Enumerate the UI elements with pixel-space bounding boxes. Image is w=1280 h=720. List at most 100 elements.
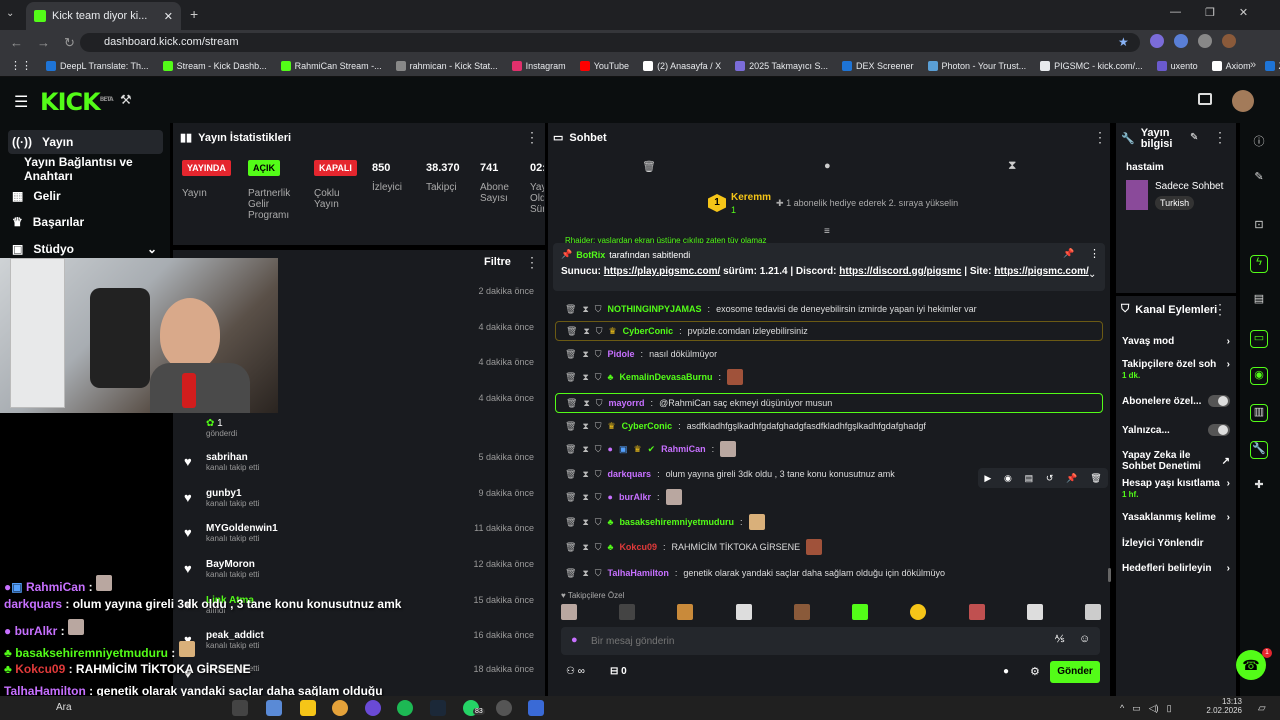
emote-image[interactable] [968, 604, 985, 620]
apps-icon[interactable]: ⋮⋮ [10, 59, 32, 72]
sidebar-item-stream-key[interactable]: Yayın Bağlantısı ve Anahtarı [20, 155, 175, 183]
document-icon[interactable]: ▤ [1250, 292, 1268, 310]
profile-avatar[interactable] [1222, 34, 1236, 48]
play-icon[interactable]: ▶ [984, 473, 991, 484]
browser-tab[interactable]: Kick team diyor ki... ✕ [26, 2, 181, 30]
clock[interactable]: 13:13 2.02.2026 [1206, 697, 1242, 715]
emote-image[interactable] [852, 604, 869, 620]
undo-icon[interactable]: ↺ [1046, 473, 1054, 484]
bookmark-item[interactable]: 2025 Takmayıcı S... [735, 60, 828, 71]
action-subs-only[interactable]: Abonelere özel... [1122, 395, 1230, 407]
hourglass-icon[interactable]: ⧗ [1008, 158, 1016, 173]
close-window-icon[interactable]: ✕ [1239, 6, 1248, 19]
user-avatar[interactable] [1232, 90, 1254, 112]
chevron-down-icon[interactable]: ⌄ [1088, 269, 1096, 280]
folder-icon[interactable] [300, 700, 316, 716]
capture-icon[interactable]: ⊡ [1250, 218, 1268, 236]
trash-icon[interactable]: 🗑 [642, 160, 656, 173]
reply-icon[interactable]: ◉ [1004, 473, 1012, 484]
bookmark-item[interactable]: Axiom [1211, 60, 1251, 71]
back-icon[interactable]: ← [10, 35, 23, 51]
emote-image[interactable] [735, 604, 752, 620]
chat-message[interactable]: 🗑 ⧗ ⛉ ♣ Kokcu09: RAHMİCİM TİKTOKA GİRSENE [555, 537, 1103, 557]
broadcast-icon[interactable]: ◉ [1250, 367, 1268, 385]
wallet-icon[interactable] [1198, 93, 1212, 105]
sidebar-item-basarilar[interactable]: ♛ Başarılar [8, 210, 163, 234]
chat-input[interactable] [591, 631, 1031, 651]
discord-link[interactable]: https://discord.gg/pigsmc [839, 266, 961, 277]
emote-image[interactable] [561, 604, 577, 620]
unpin-icon[interactable]: 📌 [1063, 248, 1074, 259]
stats-menu-icon[interactable]: ⋮ [525, 129, 539, 146]
bookmark-item[interactable]: DeepL Translate: Th... [46, 60, 149, 71]
chat-message[interactable]: 🗑 ⧗ ⛉ ● ▣ ♛ ✔ RahmiCan: [555, 439, 1103, 459]
translate-icon[interactable]: ⅍ [1055, 634, 1064, 645]
bookmark-item[interactable]: Stream - Kick Dashb... [162, 60, 267, 71]
chat-message[interactable]: 🗑 ⧗ ⛉ ♛ CyberConic: asdfkladhfgşlkadhfgdafgha… [555, 416, 1103, 436]
more-bookmarks-icon[interactable]: » [1250, 59, 1256, 71]
site-link[interactable]: https://pigsmc.com/ [994, 266, 1088, 277]
plus-icon[interactable]: ✚ [1250, 478, 1268, 496]
actions-menu-icon[interactable]: ⋮ [1213, 301, 1227, 318]
info-icon[interactable]: ⓘ [1250, 133, 1268, 151]
gear-icon[interactable]: ⚙ [1030, 665, 1040, 678]
chat-icon[interactable]: ▭ [1250, 330, 1268, 348]
new-tab-icon[interactable]: + [190, 6, 198, 22]
extension-icon[interactable] [1174, 34, 1188, 48]
stats-icon[interactable]: ▥ [1250, 404, 1268, 422]
obs-icon[interactable] [496, 700, 512, 716]
action-raid[interactable]: İzleyici Yönlendir [1122, 538, 1230, 549]
notifications-icon[interactable]: ▱ [1258, 703, 1266, 714]
menu-icon[interactable]: ☰ [14, 92, 28, 112]
search-box[interactable]: Ara [56, 702, 72, 713]
chat-scrollbar[interactable] [1108, 568, 1111, 582]
action-account-age[interactable]: Hesap yaşı kısıtlama 1 hf. › [1122, 478, 1230, 500]
chat-message[interactable]: 🗑 ⧗ ⛉ ● burAlkr: [555, 487, 1103, 507]
wrench-icon[interactable]: 🔧 [1250, 441, 1268, 459]
edit-icon[interactable]: ✎ [1190, 132, 1198, 143]
emote-image[interactable] [1026, 604, 1043, 620]
star-icon[interactable]: ★ [1118, 35, 1129, 49]
emote-image[interactable] [619, 604, 636, 620]
discord-icon[interactable] [365, 700, 381, 716]
activity-menu-icon[interactable]: ⋮ [525, 254, 539, 271]
steam-icon[interactable] [430, 700, 446, 716]
action-ai-moderation[interactable]: Yapay Zeka ile Sohbet Denetimi ↗ [1122, 450, 1230, 472]
emote-image[interactable] [910, 604, 927, 620]
spotify-icon[interactable] [397, 700, 413, 716]
extension-icon[interactable] [1198, 34, 1212, 48]
points-counter[interactable]: ⊟ 0 [610, 666, 627, 677]
hammer-icon[interactable]: ⚒ [120, 92, 132, 108]
close-tab-icon[interactable]: ✕ [164, 10, 173, 23]
send-button[interactable]: Gönder [1050, 661, 1100, 683]
top-gifter-name[interactable]: Keremm [731, 192, 771, 203]
chat-message[interactable]: 🗑 ⧗ ⛉ ♣ KemalinDevasaBurnu: [555, 367, 1103, 387]
action-goals[interactable]: Hedefleri belirleyin › [1122, 563, 1230, 574]
chat-menu-icon[interactable]: ⋮ [1093, 129, 1107, 146]
emote-image[interactable] [1084, 604, 1101, 620]
bookmark-item[interactable]: Photon - Your Trust... [927, 60, 1026, 71]
task-view-icon[interactable] [232, 700, 248, 716]
maximize-icon[interactable]: ❐ [1205, 6, 1215, 19]
emote-image[interactable] [677, 604, 694, 620]
toggle-switch[interactable] [1208, 395, 1230, 407]
server-link[interactable]: https://play.pigsmc.com/ [604, 266, 721, 277]
app-icon[interactable] [528, 700, 544, 716]
delete-icon[interactable]: 🗑 [1090, 473, 1101, 484]
lightning-icon[interactable]: ϟ [1250, 255, 1268, 273]
action-followers-only[interactable]: Takipçilere özel soh 1 dk. › [1122, 359, 1230, 381]
action-slow-mode[interactable]: Yavaş mod › [1122, 336, 1230, 347]
chat-mode-icon[interactable]: ● [824, 160, 831, 172]
sidebar-item-yayin[interactable]: ((·)) Yayın [8, 130, 163, 154]
url-field[interactable]: dashboard.kick.com/stream [80, 33, 1140, 52]
forward-icon[interactable]: → [37, 35, 50, 51]
pencil-icon[interactable]: ✎ [1250, 170, 1268, 188]
chat-message[interactable]: 🗑 ⧗ ⛉ ♣ basaksehiremniyetmuduru: [555, 512, 1103, 532]
tab-list-icon[interactable]: ⌄ [6, 8, 14, 19]
chat-bubble-icon[interactable]: ● [1003, 666, 1009, 677]
bookmark-item[interactable]: (2) Anasayfa / X [643, 60, 721, 71]
chrome-icon[interactable] [332, 700, 348, 716]
users-icon[interactable]: ⚇ ∞ [566, 666, 585, 677]
sidebar-item-gelir[interactable]: ▦ Gelir [8, 184, 163, 208]
bookmark-item[interactable]: DEX Screener [841, 60, 914, 71]
